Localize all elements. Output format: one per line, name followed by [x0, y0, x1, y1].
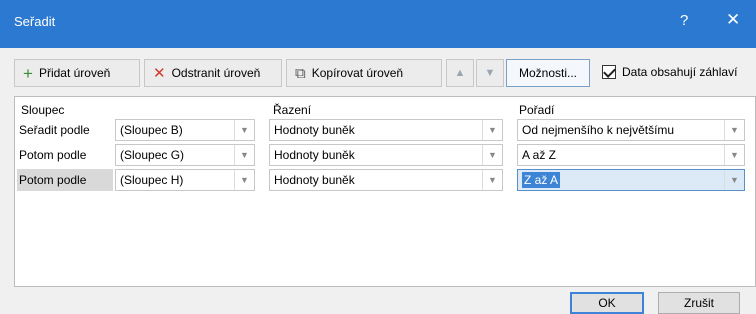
help-button[interactable]: ? [680, 12, 688, 29]
headers-checkbox-label: Data obsahují záhlaví [622, 65, 738, 79]
sort-on-combo[interactable]: Hodnoty buněk ▼ [269, 144, 503, 166]
add-level-button[interactable]: + Přidat úroveň [14, 59, 140, 87]
sort-on-value: Hodnoty buněk [274, 123, 355, 137]
chevron-down-icon[interactable]: ▼ [482, 170, 502, 190]
move-up-button[interactable]: ▲ [446, 59, 474, 87]
add-level-label: Přidat úroveň [38, 66, 111, 80]
cancel-button[interactable]: Zrušit [658, 292, 740, 314]
row-label: Potom podle [17, 169, 113, 191]
headers-checkbox[interactable] [602, 65, 616, 79]
column-value: (Sloupec B) [120, 123, 183, 137]
copy-level-label: Kopírovat úroveň [311, 66, 404, 80]
order-value: Od nejmenšího k největšímu [522, 123, 675, 137]
sort-on-header: Řazení [273, 103, 312, 117]
column-combo[interactable]: (Sloupec B) ▼ [115, 119, 255, 141]
column-combo[interactable]: (Sloupec H) ▼ [115, 169, 255, 191]
sort-level-row[interactable]: Seřadit podle (Sloupec B) ▼ Hodnoty buně… [15, 119, 756, 141]
plus-icon: + [23, 63, 33, 83]
delete-level-button[interactable]: ✕ Odstranit úroveň [144, 59, 282, 87]
move-down-button[interactable]: ▼ [476, 59, 504, 87]
chevron-down-icon[interactable]: ▼ [234, 145, 254, 165]
sort-level-row-selected[interactable]: Potom podle (Sloupec H) ▼ Hodnoty buněk … [15, 169, 756, 191]
window-title: Seřadit [14, 14, 56, 29]
column-value: (Sloupec G) [120, 148, 185, 162]
ok-button[interactable]: OK [570, 292, 644, 314]
sort-on-combo[interactable]: Hodnoty buněk ▼ [269, 119, 503, 141]
delete-level-label: Odstranit úroveň [171, 66, 261, 80]
order-value: Z až A [522, 172, 561, 188]
order-value: A až Z [522, 148, 557, 162]
order-combo[interactable]: Z až A ▼ [517, 169, 745, 191]
copy-icon: ⧉ [295, 64, 306, 82]
chevron-down-icon[interactable]: ▼ [234, 120, 254, 140]
sort-on-value: Hodnoty buněk [274, 173, 355, 187]
chevron-down-icon[interactable]: ▼ [724, 120, 744, 140]
order-header: Pořadí [519, 103, 555, 117]
row-label: Potom podle [19, 148, 87, 162]
title-bar: Seřadit ? ✕ [0, 0, 756, 48]
chevron-down-icon[interactable]: ▼ [234, 170, 254, 190]
copy-level-button[interactable]: ⧉ Kopírovat úroveň [286, 59, 442, 87]
delete-x-icon: ✕ [153, 64, 166, 82]
column-value: (Sloupec H) [120, 173, 184, 187]
options-button[interactable]: Možnosti... [506, 59, 590, 87]
headers-checkbox-wrap[interactable]: Data obsahují záhlaví [602, 65, 737, 79]
close-button[interactable]: ✕ [726, 10, 740, 30]
row-label: Seřadit podle [19, 123, 90, 137]
sort-on-combo[interactable]: Hodnoty buněk ▼ [269, 169, 503, 191]
order-combo[interactable]: Od nejmenšího k největšímu ▼ [517, 119, 745, 141]
chevron-down-icon[interactable]: ▼ [724, 145, 744, 165]
column-header: Sloupec [21, 103, 65, 117]
sort-on-value: Hodnoty buněk [274, 148, 355, 162]
chevron-down-icon[interactable]: ▼ [724, 170, 744, 190]
sort-level-row[interactable]: Potom podle (Sloupec G) ▼ Hodnoty buněk … [15, 144, 756, 166]
column-combo[interactable]: (Sloupec G) ▼ [115, 144, 255, 166]
chevron-down-icon[interactable]: ▼ [482, 120, 502, 140]
order-combo[interactable]: A až Z ▼ [517, 144, 745, 166]
sort-levels-grid: Sloupec Řazení Pořadí Seřadit podle (Slo… [14, 96, 756, 287]
chevron-down-icon[interactable]: ▼ [482, 145, 502, 165]
